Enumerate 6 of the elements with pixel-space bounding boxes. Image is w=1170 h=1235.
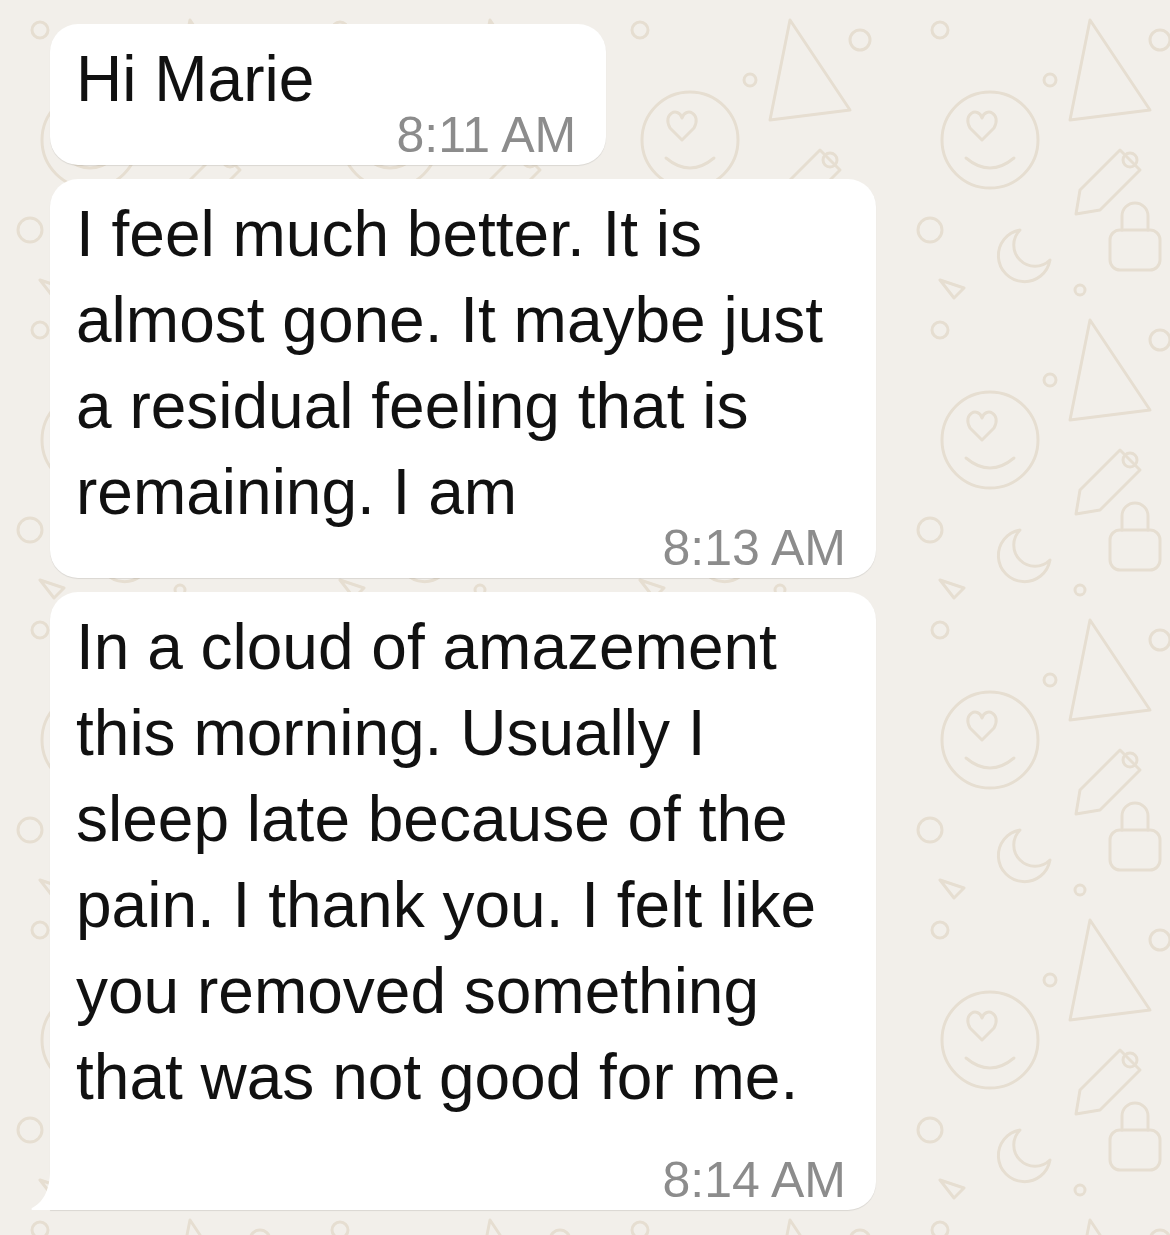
message-time: 8:13 AM	[662, 528, 846, 568]
message-time: 8:11 AM	[396, 115, 577, 155]
message-text: I feel much better. It is almost gone. It maybe just a residual feeling that is remaining. I am	[76, 198, 824, 528]
message-time: 8:14 AM	[662, 1160, 846, 1200]
message-text: In a cloud of amazement this morning. Usually I sleep late because of the pain. I thank you. I felt like you removed something that was not good for me.	[76, 611, 816, 1113]
message-text: Hi Marie	[76, 43, 315, 115]
